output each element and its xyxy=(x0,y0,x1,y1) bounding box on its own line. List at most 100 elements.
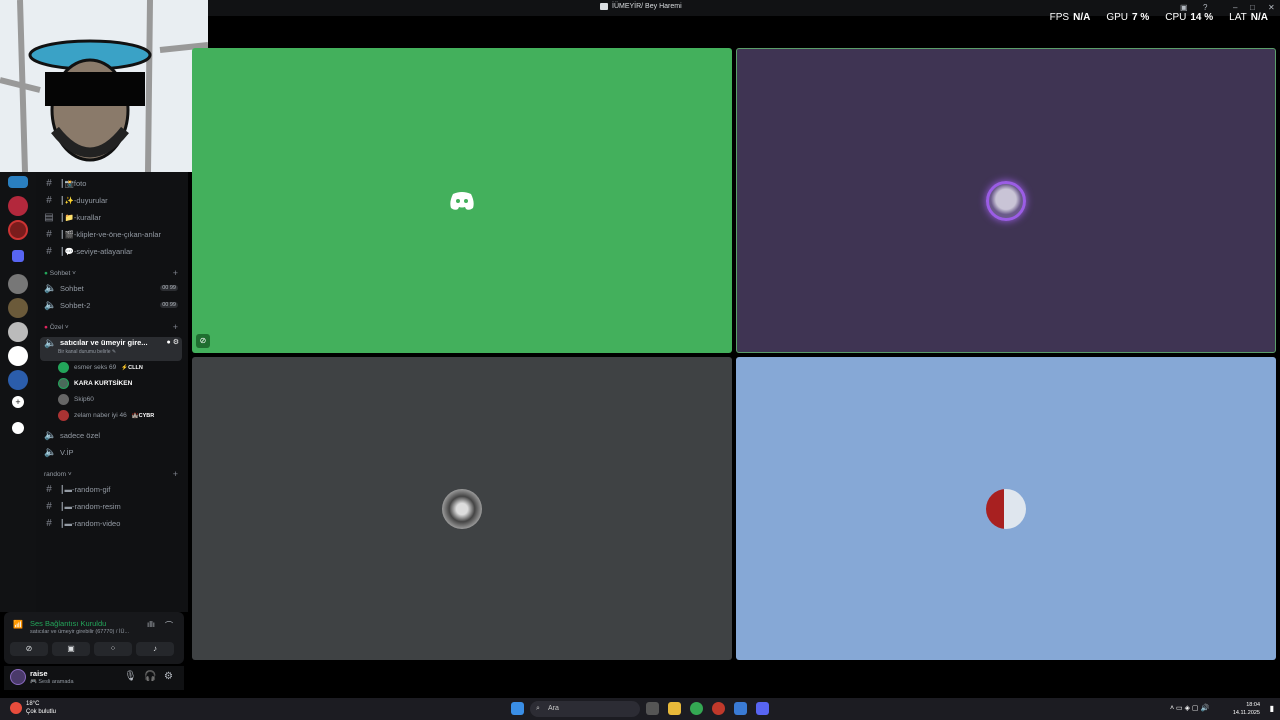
text-channel[interactable]: # ┃▬-random-gif xyxy=(44,484,110,495)
video-tile[interactable] xyxy=(192,357,732,660)
perf-cpu: CPU 14 % xyxy=(1165,12,1214,23)
microphone-icon[interactable]: 🎙 xyxy=(124,671,137,682)
soundboard-button[interactable]: ♪ xyxy=(136,642,174,656)
app-icon[interactable] xyxy=(734,702,747,715)
signal-icon[interactable]: 📶 xyxy=(13,620,23,629)
avatar[interactable] xyxy=(10,669,26,685)
discover-icon[interactable] xyxy=(12,422,24,434)
maximize-button[interactable]: □ xyxy=(1250,3,1255,12)
username[interactable]: raise xyxy=(30,669,48,678)
category-sohbet[interactable]: ● Sohbet ˅ xyxy=(44,270,76,277)
text-channel[interactable]: ▤ ┃📁-kurallar xyxy=(44,212,101,223)
video-tile[interactable] xyxy=(736,357,1276,660)
add-channel-icon[interactable]: + xyxy=(173,469,178,479)
server-icon[interactable] xyxy=(8,274,28,294)
hash-icon: # xyxy=(46,518,52,529)
speaker-icon: 🔈 xyxy=(44,300,57,311)
voice-member[interactable]: KARA KURTSİKEN xyxy=(58,378,132,389)
tray-icons[interactable]: ˄ ▭ ◈ ▢ 🔊 xyxy=(1170,704,1209,712)
server-icon[interactable] xyxy=(8,298,28,318)
voice-channel[interactable]: 🔈 V.İP xyxy=(44,447,73,458)
voice-channel[interactable]: 🔈 sadece özel xyxy=(44,430,100,441)
webcam-image xyxy=(0,0,208,172)
weather-icon[interactable] xyxy=(10,702,22,714)
voice-member[interactable]: zelam naber iyi 46 🏰CYBR xyxy=(58,410,154,421)
video-tile[interactable]: ⊘ xyxy=(192,48,732,353)
server-icon[interactable] xyxy=(8,370,28,390)
clock[interactable]: 18:04 14.11.2025 xyxy=(1233,701,1260,717)
server-icon[interactable] xyxy=(8,176,28,188)
speaker-icon: 🔈 xyxy=(44,338,57,349)
search-icon: ⌕ xyxy=(536,705,540,712)
avatar xyxy=(58,410,69,421)
video-tile-speaking[interactable] xyxy=(736,48,1276,353)
noise-suppression-icon[interactable]: ıllı xyxy=(147,620,155,629)
task-view-icon[interactable] xyxy=(646,702,659,715)
user-panel: raise 🎮 Sesli aramada 🎙 🎧 ⚙ xyxy=(4,666,184,690)
avatar xyxy=(58,362,69,373)
hash-icon: # xyxy=(46,246,52,257)
search-input[interactable]: ⌕ Ara xyxy=(530,701,640,717)
webcam-overlay xyxy=(0,0,208,172)
avatar xyxy=(986,488,1026,529)
voice-status[interactable]: Ses Bağlantısı Kuruldu xyxy=(30,619,106,628)
notification-icon[interactable]: ▮ xyxy=(1270,704,1274,713)
rules-icon: ▤ xyxy=(44,212,54,223)
inbox-icon[interactable]: ▣ xyxy=(1180,3,1188,12)
voice-member[interactable]: Skip60 xyxy=(58,394,94,405)
server-icon[interactable] xyxy=(8,322,28,342)
speaker-icon: 🔈 xyxy=(44,430,57,441)
file-explorer-icon[interactable] xyxy=(668,702,681,715)
server-icon[interactable] xyxy=(8,346,28,366)
start-icon[interactable] xyxy=(511,702,524,715)
speaker-icon: 🔈 xyxy=(44,283,57,294)
folder-icon[interactable] xyxy=(12,250,24,262)
text-channel[interactable]: # ┃✨-duyurular xyxy=(44,195,107,206)
category-random[interactable]: random ˅ xyxy=(44,471,72,478)
discord-taskbar-icon[interactable] xyxy=(756,702,769,715)
voice-channel[interactable]: 🔈 Sohbet-2 xyxy=(44,300,90,311)
hash-icon: # xyxy=(46,195,52,206)
server-icon[interactable] xyxy=(8,196,28,216)
chrome-icon[interactable] xyxy=(690,702,703,715)
voice-channel[interactable]: 🔈 Sohbet xyxy=(44,283,84,294)
text-channel[interactable]: # ┃💬-seviye-atlayanlar xyxy=(44,246,132,257)
user-status: 🎮 Sesli aramada xyxy=(30,679,74,685)
avatar xyxy=(58,394,69,405)
close-button[interactable]: ✕ xyxy=(1268,3,1275,12)
user-limit-badge: 00 99 xyxy=(160,285,178,291)
app-icon xyxy=(600,3,608,10)
text-channel[interactable]: # ┃▬-random-video xyxy=(44,518,120,529)
camera-button[interactable]: ⊘ xyxy=(10,642,48,656)
voice-member[interactable]: esmer seks 69 ⚡CLLN xyxy=(58,362,143,373)
activities-button[interactable]: ⁘ xyxy=(94,642,132,656)
server-icon[interactable] xyxy=(8,220,28,240)
help-icon[interactable]: ? xyxy=(1203,3,1207,12)
add-channel-icon[interactable]: + xyxy=(173,322,178,332)
hash-icon: # xyxy=(46,229,52,240)
window-title: İÜMEYİR/ Bey Haremi xyxy=(600,3,682,10)
user-limit-badge: 00 99 xyxy=(160,302,178,308)
text-channel[interactable]: # ┃📸foto xyxy=(44,178,86,189)
settings-icon[interactable]: ⚙ xyxy=(164,671,173,682)
category-ozel[interactable]: ● Özel ˅ xyxy=(44,324,69,331)
hash-icon: # xyxy=(46,484,52,495)
channel-actions[interactable]: ● ⚙ xyxy=(167,338,182,346)
headphones-icon[interactable]: 🎧 xyxy=(144,671,156,682)
channel-status[interactable]: Bir kanal durumu belirle ✎ xyxy=(58,349,116,355)
disconnect-icon[interactable]: ⌒ xyxy=(165,620,173,631)
voice-connection-panel: 📶 Ses Bağlantısı Kuruldu satıcılar ve üm… xyxy=(4,612,184,664)
text-channel[interactable]: # ┃▬-random-resim xyxy=(44,501,121,512)
text-channel[interactable]: # ┃🎬-klipler-ve-öne-çıkan-anlar xyxy=(44,229,161,240)
speaker-icon: 🔈 xyxy=(44,447,57,458)
add-channel-icon[interactable]: + xyxy=(173,268,178,278)
screen-share-button[interactable]: ▣ xyxy=(52,642,90,656)
perf-lat: LAT N/A xyxy=(1229,12,1268,23)
app-icon[interactable] xyxy=(712,702,725,715)
performance-overlay: FPS N/A GPU 7 % CPU 14 % LAT N/A xyxy=(1050,12,1268,23)
voice-channel-path[interactable]: satıcılar ve ümeyir girebilir (67770) / … xyxy=(30,629,129,635)
minimize-button[interactable]: – xyxy=(1233,3,1237,12)
weather-widget[interactable]: 18°C Çok bulutlu xyxy=(26,700,56,716)
muted-icon: ⊘ xyxy=(196,334,210,348)
add-server-icon[interactable]: + xyxy=(12,396,24,408)
